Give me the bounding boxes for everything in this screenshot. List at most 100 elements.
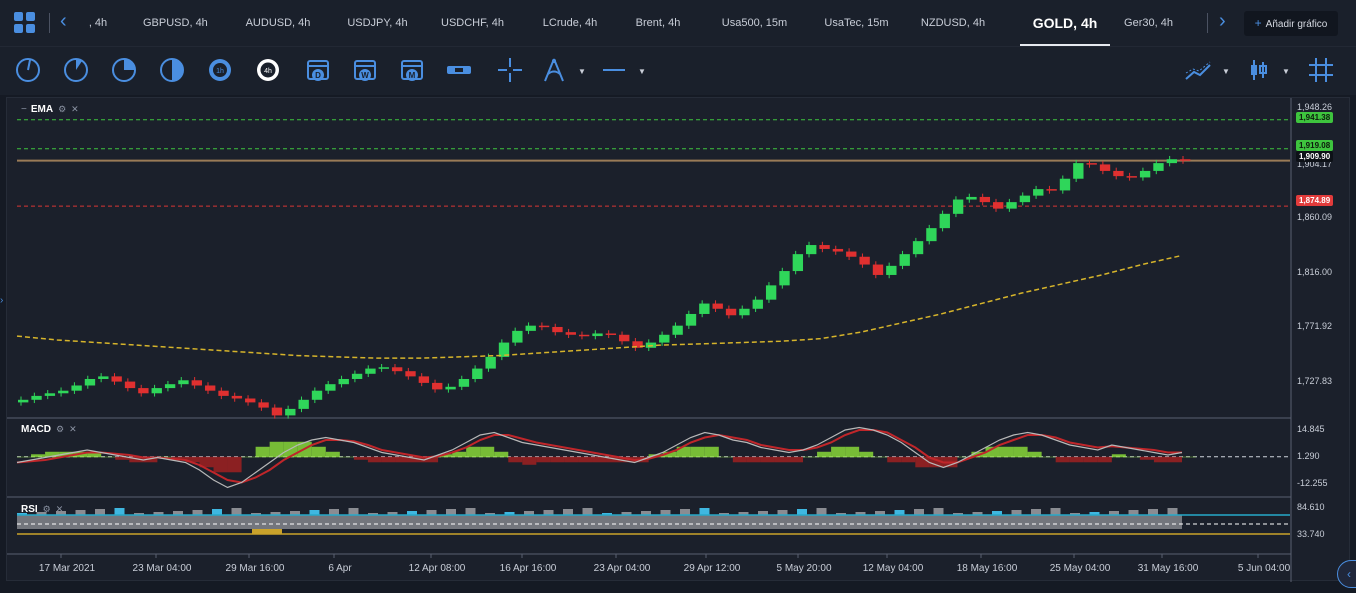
candle: [378, 367, 389, 369]
indicators-caret-icon[interactable]: ▼: [1222, 67, 1230, 76]
15m-period-icon[interactable]: [111, 57, 137, 83]
chart-canvas[interactable]: [7, 98, 1351, 582]
rsi-bar: [816, 508, 827, 515]
time-axis-tick: 12 Apr 08:00: [408, 563, 466, 574]
candle: [979, 196, 991, 203]
grid-toggle-icon[interactable]: [1308, 57, 1334, 83]
tab-10[interactable]: GOLD, 4h: [1020, 0, 1110, 46]
time-axis-tick: 17 Mar 2021: [38, 563, 96, 574]
candle: [1073, 163, 1084, 179]
candle: [552, 326, 563, 333]
settings-icon[interactable]: ⚙: [43, 504, 51, 514]
macd-histogram-bar: [1139, 456, 1154, 460]
1h-period-icon[interactable]: 1h: [207, 57, 233, 83]
time-axis-tick: 23 Mar 04:00: [132, 563, 192, 574]
candle: [765, 285, 777, 300]
tab-5[interactable]: LCrude, 4h: [540, 0, 600, 46]
macd-histogram-bar: [1182, 456, 1197, 458]
tab-6[interactable]: Brent, 4h: [633, 0, 683, 46]
crosshair-icon[interactable]: [497, 57, 523, 83]
close-icon[interactable]: ✕: [71, 104, 79, 114]
tab-11[interactable]: Ger30, 4h: [1121, 0, 1176, 46]
tab-4[interactable]: USDCHF, 4h: [440, 0, 505, 46]
candle: [899, 254, 910, 266]
rsi-bar: [348, 508, 359, 515]
chart-area[interactable]: − EMA ⚙ ✕ MACD ⚙ ✕ RSI ⚙ ✕ 1,948.26 1,904.17 1,…: [6, 97, 1351, 582]
tab-1[interactable]: GBPUSD, 4h: [143, 0, 208, 46]
rsi-bar: [933, 508, 944, 515]
macd-histogram-bar: [845, 446, 860, 458]
macd-histogram-bar: [999, 446, 1014, 458]
macd-histogram-bar: [1013, 446, 1028, 458]
rsi-bar: [465, 508, 476, 515]
line-style-icon[interactable]: [601, 57, 627, 83]
candle: [325, 384, 336, 391]
rsi-area: [17, 515, 1182, 529]
grid-icon[interactable]: [14, 12, 36, 34]
drawing-tools-caret-icon[interactable]: ▼: [578, 67, 586, 76]
macd-histogram-bar: [859, 451, 874, 458]
1m-period-icon[interactable]: [15, 57, 41, 83]
candle: [712, 303, 723, 309]
candle: [846, 251, 857, 257]
daily-calendar-icon[interactable]: D: [305, 57, 331, 83]
candle: [538, 325, 550, 328]
macd-histogram-bar: [1041, 456, 1056, 458]
rsi-bar: [1148, 509, 1158, 515]
drawing-tools-icon[interactable]: [541, 57, 567, 83]
rsi-bar: [446, 509, 456, 515]
svg-text:M: M: [409, 71, 416, 80]
candle: [31, 395, 42, 400]
chevron-right-icon[interactable]: ›: [0, 295, 3, 306]
macd-histogram-bar: [255, 446, 270, 458]
tab-7[interactable]: Usa500, 15m: [717, 0, 792, 46]
4h-period-icon[interactable]: 4h: [255, 57, 281, 83]
time-axis-tick: 5 May 20:00: [776, 563, 832, 574]
candle: [285, 408, 296, 416]
candle: [672, 325, 683, 335]
candle-type-caret-icon[interactable]: ▼: [1282, 67, 1290, 76]
line-style-caret-icon[interactable]: ▼: [638, 67, 646, 76]
tab-0[interactable]: , 4h: [83, 0, 113, 46]
range-icon[interactable]: [446, 57, 472, 83]
macd-histogram-bar: [494, 451, 509, 458]
candle: [872, 264, 884, 275]
settings-icon[interactable]: ⚙: [58, 104, 66, 114]
macd-histogram-bar: [508, 456, 523, 463]
rsi-bar: [95, 509, 105, 515]
time-axis-tick: 16 Apr 16:00: [499, 563, 557, 574]
close-icon[interactable]: ✕: [69, 424, 77, 434]
settings-icon[interactable]: ⚙: [56, 424, 64, 434]
tab-2[interactable]: AUDUSD, 4h: [243, 0, 313, 46]
weekly-calendar-icon[interactable]: W: [352, 57, 378, 83]
macd-histogram-bar: [760, 456, 775, 463]
time-axis-tick: 18 May 16:00: [956, 563, 1018, 574]
candle: [338, 378, 349, 385]
candle: [231, 395, 243, 399]
chevron-right-icon[interactable]: ›: [1219, 10, 1226, 33]
macd-histogram-bar: [704, 446, 719, 458]
rsi-axis-tick: 33.740: [1297, 529, 1325, 539]
macd-histogram-bar: [1153, 456, 1168, 463]
macd-panel-label: MACD ⚙ ✕: [21, 424, 77, 435]
collapse-icon[interactable]: −: [21, 104, 27, 115]
chevron-left-icon[interactable]: ‹: [1337, 560, 1356, 588]
close-icon[interactable]: ✕: [56, 504, 64, 514]
time-axis-tick: 31 May 16:00: [1137, 563, 1199, 574]
price-level-tag: 1,874.89: [1296, 195, 1334, 206]
macd-axis-tick: 1.290: [1297, 451, 1320, 461]
add-chart-button[interactable]: + Añadir gráfico: [1244, 11, 1338, 36]
tab-3[interactable]: USDJPY, 4h: [345, 0, 410, 46]
monthly-calendar-icon[interactable]: M: [399, 57, 425, 83]
tab-8[interactable]: UsaTec, 15m: [819, 0, 894, 46]
plus-icon: +: [1254, 16, 1262, 30]
candle: [578, 334, 590, 337]
5m-period-icon[interactable]: [63, 57, 89, 83]
candle-type-icon[interactable]: [1246, 57, 1272, 83]
macd-histogram-bar: [690, 446, 705, 458]
chevron-left-icon[interactable]: ‹: [60, 10, 67, 33]
30m-period-icon[interactable]: [159, 57, 185, 83]
tab-9[interactable]: NZDUSD, 4h: [918, 0, 988, 46]
indicators-icon[interactable]: [1185, 57, 1211, 83]
macd-histogram-bar: [480, 446, 495, 458]
